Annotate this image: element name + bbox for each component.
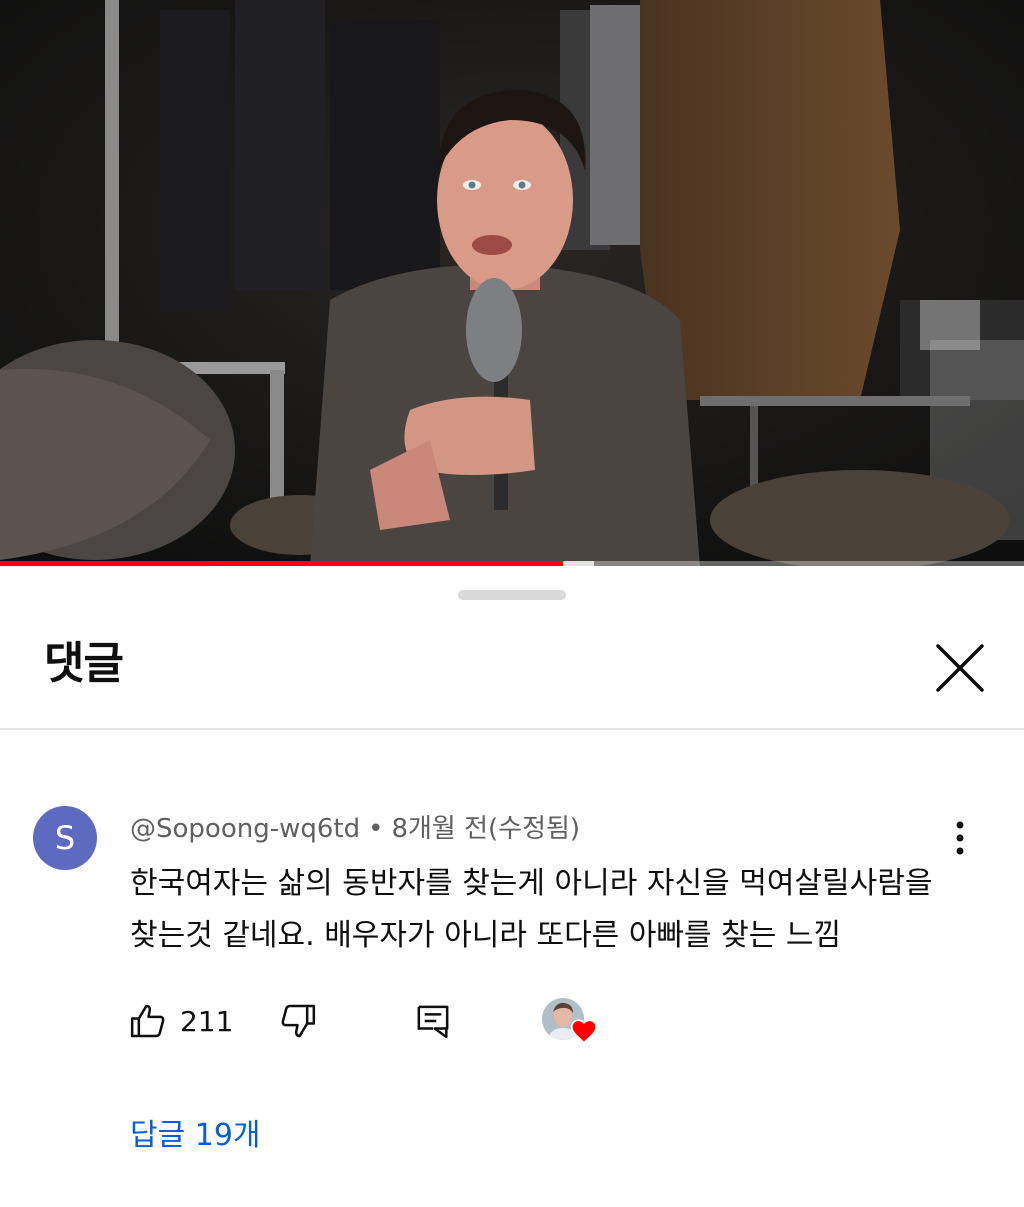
reply-icon [417, 1005, 449, 1039]
sheet-drag-handle[interactable] [458, 590, 566, 600]
comment-body: 한국여자는 삶의 동반자를 찾는게 아니라 자신을 먹여살릴사람을 찾는것 같네… [130, 866, 933, 953]
header-divider [0, 728, 1024, 730]
video-frame [0, 0, 1024, 566]
heart-icon [570, 1019, 598, 1044]
reply-button[interactable] [413, 996, 453, 1046]
creator-heart-badge [542, 996, 602, 1046]
like-button[interactable]: 211 [128, 996, 233, 1046]
comment-author[interactable]: @Sopoong-wq6td [130, 814, 360, 844]
like-count: 211 [180, 1004, 234, 1038]
comment-time: 8개월 전(수정됨) [391, 814, 581, 844]
close-icon [936, 644, 984, 692]
thumbs-up-icon [130, 1004, 165, 1038]
view-replies-link[interactable]: 답글 19개 [130, 1116, 261, 1156]
thumbs-down-icon [281, 1004, 316, 1038]
comment-meta: @Sopoong-wq6td • 8개월 전(수정됨) [130, 813, 580, 845]
comments-title: 댓글 [44, 638, 124, 689]
meta-separator: • [368, 814, 384, 844]
commenter-avatar[interactable]: S [33, 806, 97, 870]
more-vert-icon [956, 821, 964, 855]
video-player[interactable] [0, 0, 1024, 566]
close-button[interactable] [928, 636, 992, 700]
avatar-letter: S [54, 819, 76, 857]
dislike-button[interactable] [278, 996, 318, 1046]
comment-more-button[interactable] [938, 816, 982, 860]
comments-sheet: 댓글 S @Sopoong-wq6td • 8개월 전(수정됨) 한국여자는 삶의 … [0, 566, 1024, 1207]
